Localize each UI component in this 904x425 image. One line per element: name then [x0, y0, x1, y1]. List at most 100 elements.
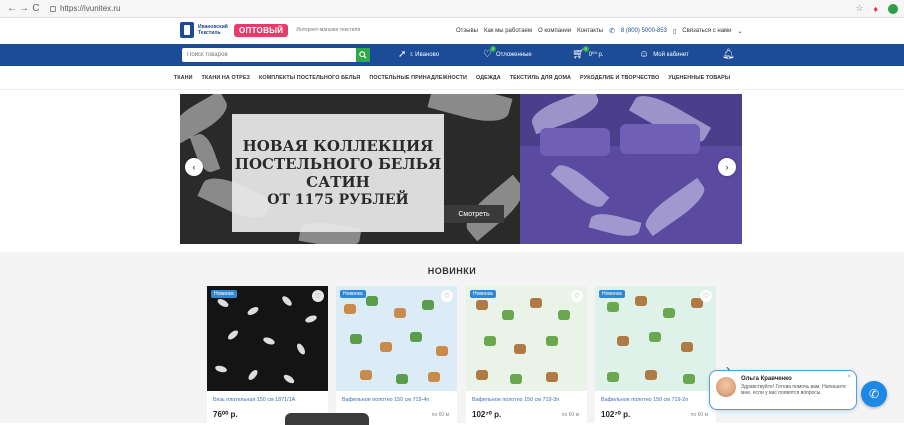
phone-icon: ✆ [609, 28, 615, 35]
banner-view-button[interactable]: Смотреть [444, 205, 504, 223]
banner-line-2: ПОСТЕЛЬНОГО БЕЛЬЯ [234, 155, 442, 173]
site-logo[interactable]: Ивановский Текстиль ОПТОВЫЙ Интернет-маг… [180, 22, 360, 38]
phone-icon[interactable]: ✆ [861, 381, 887, 407]
bell-icon: 🔔︎ [722, 49, 735, 60]
logo-icon [180, 22, 194, 38]
operator-avatar [716, 377, 736, 397]
deferred-count: 0 [489, 46, 496, 52]
banner-line-4: ОТ 1175 РУБЛЕЙ [267, 192, 409, 208]
favorite-heart-icon[interactable]: ♡ [571, 290, 583, 302]
operator-name: Ольга Кравченко [741, 376, 792, 382]
category-crafts[interactable]: РУКОДЕЛИЕ И ТВОРЧЕСТВО [580, 75, 659, 81]
product-card[interactable]: Новинка ♡ Вафельное полотно 150 см 719-3… [466, 286, 587, 423]
logo-text: Ивановский Текстиль [198, 24, 228, 36]
search-box [182, 48, 370, 62]
product-image [336, 286, 457, 391]
wholesale-badge[interactable]: ОПТОВЫЙ [234, 23, 289, 37]
address-bar[interactable]: https://ivunitex.ru [50, 4, 120, 13]
product-price: 102⁷⁰ р. [601, 410, 631, 419]
phone-number[interactable]: 8 (800) 5000-853 [621, 28, 667, 34]
forward-button[interactable]: → [18, 3, 30, 14]
lock-icon [50, 5, 56, 12]
banner-prev-button[interactable]: ‹ [185, 158, 203, 176]
bookmark-star-icon[interactable]: ☆ [855, 3, 863, 14]
category-bedding-accessories[interactable]: ПОСТЕЛЬНЫЕ ПРИНАДЛЕЖНОСТИ [369, 75, 467, 81]
product-price: 76⁰⁰ р. [213, 410, 238, 419]
site-header: Ивановский Текстиль ОПТОВЫЙ Интернет-маг… [0, 18, 904, 44]
new-badge: Новинка [599, 290, 625, 298]
section-title: НОВИНКИ [427, 266, 477, 276]
notifications-button[interactable]: 🔔︎ [722, 49, 735, 60]
search-icon [359, 51, 367, 59]
search-button[interactable] [356, 48, 370, 62]
product-name[interactable]: Бязь плательная 150 см 1871/1А [213, 397, 325, 403]
top-nav: Отзывы Как мы работаем О компании Контак… [456, 27, 743, 35]
contact-us-link[interactable]: Связаться с нами [682, 28, 731, 34]
product-unit: по 60 м [561, 412, 579, 418]
mobile-icon: ▯ [672, 28, 677, 35]
product-unit: по 60 м [431, 412, 449, 418]
chat-popup[interactable]: Ольга Кравченко Здравствуйте! Готова пом… [709, 370, 857, 410]
product-image [466, 286, 587, 391]
category-nav: ТКАНИ ТКАНИ НА ОТРЕЗ КОМПЛЕКТЫ ПОСТЕЛЬНО… [0, 66, 904, 90]
new-badge: Новинка [340, 290, 366, 298]
profile-avatar[interactable] [888, 3, 898, 14]
category-clothing[interactable]: ОДЕЖДА [476, 75, 501, 81]
account-link[interactable]: ☺ Мой кабинет [639, 49, 689, 60]
category-home-textile[interactable]: ТЕКСТИЛЬ ДЛЯ ДОМА [510, 75, 571, 81]
floating-cta-button[interactable] [285, 413, 369, 425]
cart-count: 0 [582, 46, 589, 52]
new-badge: Новинка [211, 290, 237, 298]
product-name[interactable]: Вафельное полотно 150 см 719-3п [472, 397, 584, 403]
back-button[interactable]: ← [6, 3, 18, 14]
browser-toolbar: ← → C https://ivunitex.ru ☆ ♦ [0, 0, 904, 18]
chevron-down-icon: ⌄ [737, 28, 743, 35]
product-name[interactable]: Вафельное полотно 150 см 719-2п [601, 397, 713, 403]
chat-message: Здравствуйте! Готова помочь вам. Напишит… [741, 384, 846, 396]
product-name[interactable]: Вафельное полотно 150 см 719-4п [342, 397, 454, 403]
account-label: Мой кабинет [653, 51, 689, 58]
deferred-label: Отложенные [495, 51, 532, 58]
cart-link[interactable]: 🛒︎ 0 0⁰⁰ р. [572, 46, 604, 60]
extension-icon[interactable]: ♦ [873, 4, 878, 14]
product-card[interactable]: Новинка ♡ Бязь плательная 150 см 1871/1А… [207, 286, 328, 423]
city-selector[interactable]: ➚ г. Иваново [398, 49, 439, 60]
favorite-heart-icon[interactable]: ♡ [441, 290, 453, 302]
banner-line-1: НОВАЯ КОЛЛЕКЦИЯ [242, 137, 434, 155]
category-fabrics[interactable]: ТКАНИ [174, 75, 193, 81]
product-card[interactable]: Новинка ♡ Вафельное полотно 150 см 719-4… [336, 286, 457, 423]
product-image [207, 286, 328, 391]
bedding-photo [520, 94, 742, 244]
promo-banner[interactable]: НОВАЯ КОЛЛЕКЦИЯ ПОСТЕЛЬНОГО БЕЛЬЯ САТИН … [180, 94, 742, 244]
product-unit: по 60 м [690, 412, 708, 418]
new-badge: Новинка [470, 290, 496, 298]
nav-reviews[interactable]: Отзывы [456, 28, 478, 34]
nav-contacts[interactable]: Контакты [577, 28, 603, 34]
product-card[interactable]: Новинка ♡ Вафельное полотно 150 см 719-2… [595, 286, 716, 423]
category-bedding-sets[interactable]: КОМПЛЕКТЫ ПОСТЕЛЬНОГО БЕЛЬЯ [259, 75, 360, 81]
search-input[interactable] [182, 48, 356, 62]
cart-price: 0⁰⁰ р. [588, 52, 604, 58]
cart-icon: 🛒︎ 0 [572, 46, 589, 60]
nav-about[interactable]: О компании [538, 28, 571, 34]
banner-next-button[interactable]: › [718, 158, 736, 176]
favorite-heart-icon[interactable]: ♡ [312, 290, 324, 302]
user-icon: ☺ [639, 49, 650, 60]
deferred-link[interactable]: ♡ 0 Отложенные [483, 46, 532, 60]
product-image [595, 286, 716, 391]
category-fabrics-cut[interactable]: ТКАНИ НА ОТРЕЗ [202, 75, 250, 81]
url-text: https://ivunitex.ru [60, 4, 121, 13]
tagline: Интернет-магазин текстиля [296, 27, 361, 33]
heart-icon: ♡ 0 [483, 46, 496, 60]
close-icon[interactable]: × [847, 374, 851, 380]
banner-headline: НОВАЯ КОЛЛЕКЦИЯ ПОСТЕЛЬНОГО БЕЛЬЯ САТИН … [232, 114, 444, 232]
location-arrow-icon: ➚ [398, 49, 407, 60]
product-price: 102⁷⁰ р. [472, 410, 502, 419]
category-discounted[interactable]: УЦЕНЕННЫЕ ТОВАРЫ [668, 75, 730, 81]
city-label: г. Иваново [410, 51, 440, 58]
favorite-heart-icon[interactable]: ♡ [700, 290, 712, 302]
nav-how-we-work[interactable]: Как мы работаем [484, 28, 532, 34]
main-toolbar: ➚ г. Иваново ♡0 Отложенные 🛒︎0 0⁰⁰ р. ☺ … [0, 44, 904, 66]
reload-button[interactable]: C [30, 3, 42, 14]
banner-line-3: САТИН [306, 173, 370, 191]
